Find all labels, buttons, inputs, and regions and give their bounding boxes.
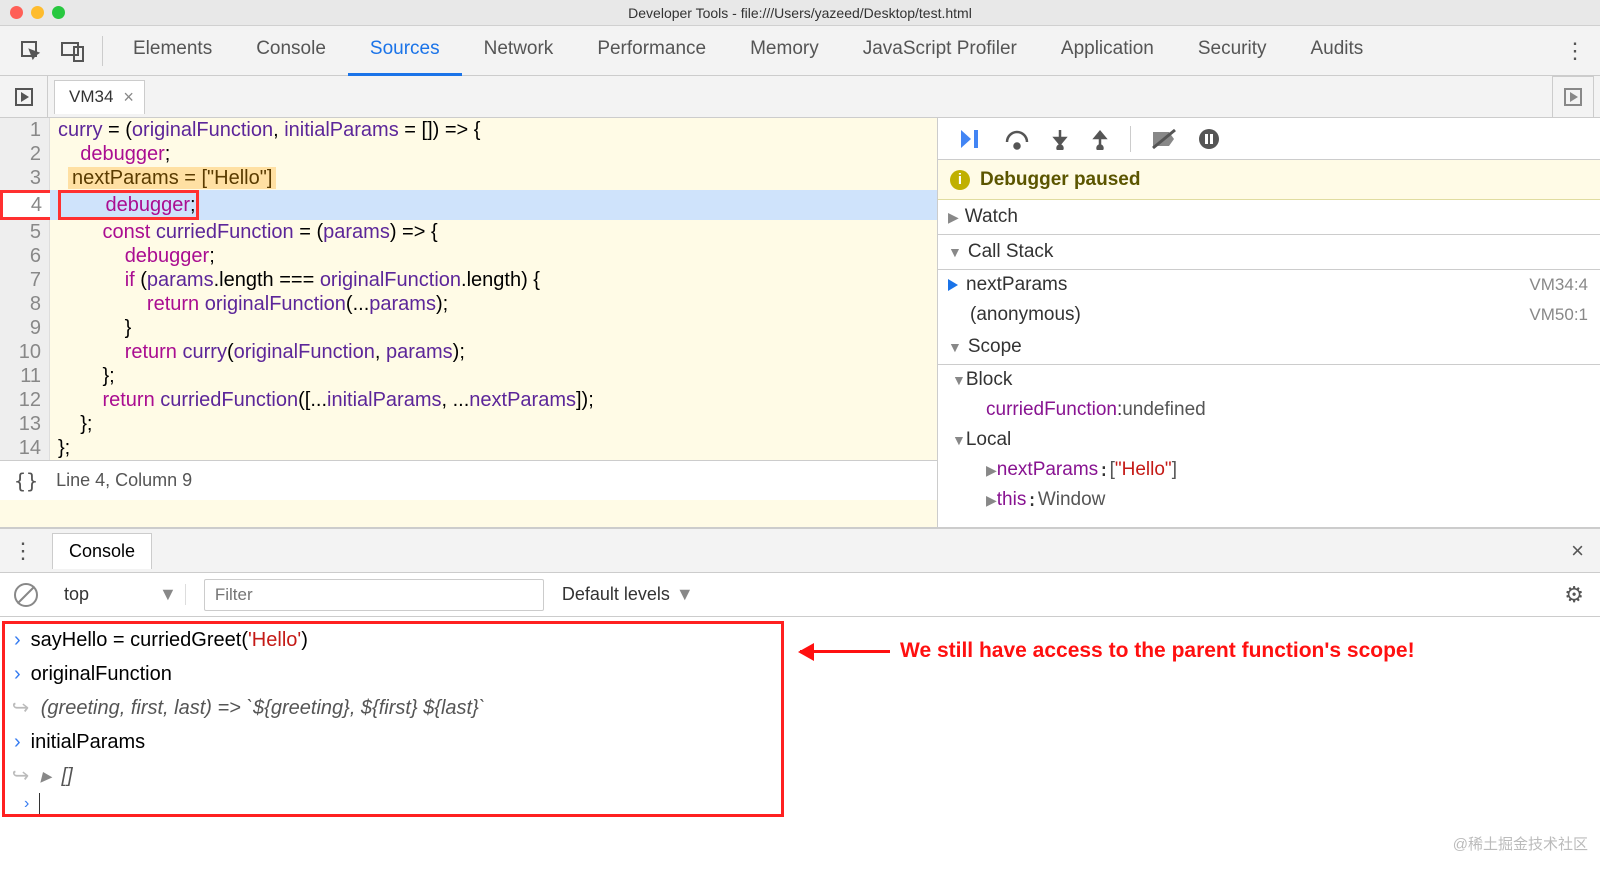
tab-sources[interactable]: Sources <box>348 26 462 76</box>
devtools-tabbar: ElementsConsoleSourcesNetworkPerformance… <box>0 26 1600 76</box>
file-tab-vm34[interactable]: VM34 × <box>54 80 145 114</box>
code-editor[interactable]: 1curry = (originalFunction, initialParam… <box>0 118 938 527</box>
step-out-button[interactable] <box>1090 128 1110 150</box>
watermark: @稀土掘金技术社区 <box>1453 833 1588 854</box>
call-stack-section[interactable]: ▼Call Stack <box>938 235 1600 270</box>
tab-security[interactable]: Security <box>1176 26 1289 76</box>
annotation-label: We still have access to the parent funct… <box>800 639 1415 663</box>
log-levels-select[interactable]: Default levels▼ <box>562 584 694 605</box>
watch-section[interactable]: ▶Watch <box>938 200 1600 235</box>
scope-local-header[interactable]: ▼ Local <box>938 425 1600 455</box>
console-line: ↩▶[] <box>10 759 1590 793</box>
drawer-tab-console[interactable]: Console <box>52 533 152 569</box>
tab-performance[interactable]: Performance <box>575 26 728 76</box>
arrow-left-icon <box>800 650 890 653</box>
drawer-menu-icon[interactable]: ⋮ <box>12 538 34 564</box>
console-line: ↩(greeting, first, last) => `${greeting}… <box>10 691 1590 725</box>
tab-elements[interactable]: Elements <box>111 26 234 76</box>
file-tabstrip: VM34 × <box>0 76 1600 118</box>
scope-var-curriedfunction: curriedFunction: undefined <box>938 395 1600 425</box>
window-title: Developer Tools - file:///Users/yazeed/D… <box>0 5 1600 21</box>
tab-memory[interactable]: Memory <box>728 26 841 76</box>
tab-audits[interactable]: Audits <box>1288 26 1385 76</box>
step-over-button[interactable] <box>1004 128 1030 150</box>
console-output[interactable]: We still have access to the parent funct… <box>0 617 1600 815</box>
debugger-toolbar <box>938 118 1600 160</box>
pause-on-exceptions-button[interactable] <box>1197 127 1221 151</box>
step-into-button[interactable] <box>1050 128 1070 150</box>
inspect-icon[interactable] <box>10 31 52 71</box>
paused-banner: i Debugger paused <box>938 160 1600 200</box>
console-cursor[interactable] <box>39 793 40 815</box>
close-drawer-icon[interactable]: × <box>1571 538 1584 564</box>
console-drawer: ⋮ Console × top▼ Default levels▼ ⚙ We st… <box>0 528 1600 815</box>
run-snippet-button[interactable] <box>0 76 48 118</box>
scope-block-header[interactable]: ▼ Block <box>938 365 1600 395</box>
tab-application[interactable]: Application <box>1039 26 1176 76</box>
scope-section[interactable]: ▼Scope <box>938 330 1600 365</box>
tab-javascript-profiler[interactable]: JavaScript Profiler <box>841 26 1039 76</box>
info-icon: i <box>950 170 970 190</box>
console-filter-input[interactable] <box>204 579 544 611</box>
scope-var: ▶ nextParams: ["Hello"] <box>938 455 1600 485</box>
cursor-position: Line 4, Column 9 <box>56 470 192 491</box>
close-tab-icon[interactable]: × <box>123 87 134 108</box>
device-toolbar-icon[interactable] <box>52 31 94 71</box>
stack-frame[interactable]: (anonymous)VM50:1 <box>938 300 1600 330</box>
stack-frame[interactable]: nextParamsVM34:4 <box>938 270 1600 300</box>
console-line: ›initialParams <box>10 725 1590 759</box>
execution-context-select[interactable]: top▼ <box>56 584 186 605</box>
deactivate-breakpoints-button[interactable] <box>1151 128 1177 150</box>
window-titlebar: Developer Tools - file:///Users/yazeed/D… <box>0 0 1600 26</box>
more-menu-icon[interactable]: ⋮ <box>1560 38 1590 64</box>
tab-network[interactable]: Network <box>462 26 576 76</box>
scope-var: ▶ this: Window <box>938 485 1600 515</box>
file-tab-label: VM34 <box>69 87 113 107</box>
editor-statusbar: {} Line 4, Column 9 <box>0 460 937 500</box>
resume-button[interactable] <box>958 128 984 150</box>
console-settings-icon[interactable]: ⚙ <box>1564 582 1584 608</box>
coverage-toggle-icon[interactable] <box>1552 76 1594 118</box>
debugger-sidebar: i Debugger paused ▶Watch ▼Call Stack nex… <box>938 118 1600 527</box>
pretty-print-icon[interactable]: {} <box>14 469 38 493</box>
clear-console-button[interactable] <box>14 583 38 607</box>
tab-console[interactable]: Console <box>234 26 348 76</box>
